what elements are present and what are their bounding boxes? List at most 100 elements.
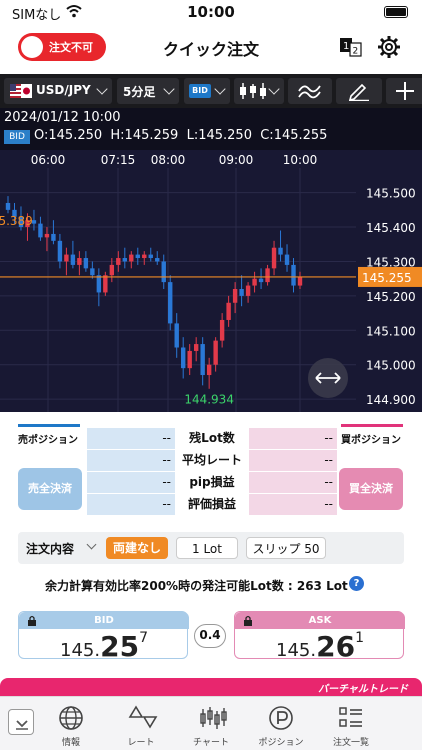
time-tick-label: 08:00 (151, 153, 186, 167)
position-metric-label: pip損益 (175, 472, 249, 493)
buy-position-accent (341, 424, 403, 427)
ask-label: ASK (308, 615, 332, 626)
hedge-mode-button[interactable]: 両建なし (106, 537, 168, 559)
time-tick-label: 10:00 (283, 153, 318, 167)
pencil-icon (348, 83, 369, 101)
crosshair-icon (396, 82, 414, 100)
candle-body (219, 319, 225, 341)
crosshair-button[interactable] (386, 78, 422, 104)
close-all-sell-button[interactable]: 売全決済 (18, 468, 82, 510)
ohlc-values: O:145.250 H:145.259 L:145.250 C:145.255 (34, 128, 328, 143)
price-tick-label: 144.900 (366, 393, 416, 407)
candle-body (64, 254, 69, 262)
ask-buy-button[interactable]: ASK 145.261 (234, 611, 405, 663)
position-table: -- 残Lot数 -- -- 平均レート -- -- pip損益 -- -- 評価損益 -- (87, 428, 337, 516)
slippage-input[interactable]: スリップ 50 (246, 537, 326, 559)
chart-type-select[interactable] (234, 78, 284, 104)
candle-body (265, 268, 270, 283)
position-metric-label: 残Lot数 (175, 428, 249, 449)
candlestick-chart[interactable]: 06:00 07:15 08:00 09:00 10:00 145.500 145.400 1… (0, 150, 422, 412)
position-metric-label: 平均レート (175, 450, 249, 471)
price-type-label: BID (189, 84, 211, 98)
candle-body (232, 289, 238, 303)
candle-body (271, 247, 277, 269)
price-type-select[interactable]: BID (184, 78, 230, 104)
gear-icon[interactable] (377, 35, 401, 59)
bid-price-fraction: 7 (139, 630, 148, 646)
chart-icon (200, 707, 227, 729)
bid-price-main: 145. (60, 640, 101, 661)
indicator-button[interactable] (288, 78, 332, 104)
time-tick-label: 07:15 (101, 153, 136, 167)
ask-price-pips: 26 (316, 630, 356, 663)
candle-body (239, 289, 244, 296)
candle-body (258, 278, 264, 283)
buy-value: -- (249, 450, 337, 471)
order-content-label[interactable]: 注文内容 (26, 540, 74, 557)
candlestick-icon (240, 83, 266, 99)
candle-body (77, 258, 82, 265)
nav-position[interactable]: ポジション (248, 697, 314, 751)
candle-body (181, 347, 186, 369)
position-metric-label: 評価損益 (175, 494, 249, 515)
price-chart[interactable]: 06:00 07:15 08:00 09:00 10:00 145.500 145.400 1… (0, 150, 422, 412)
spread-value: 0.4 (194, 624, 226, 648)
usd-jpy-flag-icon (10, 84, 32, 98)
sell-value: -- (87, 450, 175, 471)
timeframe-label: 5分足 (123, 85, 156, 99)
buy-value: -- (249, 472, 337, 493)
chevron-down-icon (86, 539, 97, 550)
current-price-label: 145.255 (362, 271, 412, 285)
time-tick-label: 06:00 (31, 153, 66, 167)
buy-position-label: 買ポジション (341, 435, 401, 446)
bid-label: BID (94, 615, 114, 626)
candle-body (90, 268, 95, 276)
virtual-trade-banner: バーチャルトレード (0, 678, 422, 696)
rate-arrows-icon (128, 705, 158, 729)
candle-body (148, 254, 153, 259)
list-icon (339, 707, 362, 727)
nav-info-label: 情報 (61, 738, 80, 748)
help-icon[interactable]: ? (349, 576, 364, 591)
chevron-down-icon (214, 83, 226, 95)
chevron-down-icon (163, 83, 175, 95)
nav-chart[interactable]: チャート (178, 697, 244, 751)
svg-text:1: 1 (343, 41, 349, 52)
collapse-button[interactable] (8, 709, 34, 735)
lot-size-icon[interactable]: 1 2 (339, 37, 363, 57)
chevron-down-icon (16, 720, 28, 730)
nav-rate[interactable]: レート (108, 697, 174, 751)
candle-body (44, 233, 50, 238)
candle-body (213, 340, 218, 365)
candle-body (109, 264, 115, 276)
close-all-buy-button[interactable]: 買全決済 (339, 468, 403, 510)
candle-body (70, 254, 76, 265)
candle-body (51, 233, 56, 241)
nav-order-list[interactable]: 注文一覧 (318, 697, 384, 751)
clock: 10:00 (187, 3, 235, 21)
timeframe-select[interactable]: 5分足 (117, 78, 179, 104)
battery-icon (384, 6, 408, 18)
lot-size-input[interactable]: 1 Lot (176, 537, 238, 559)
candle-body (142, 254, 147, 259)
candle-body (155, 258, 160, 262)
sell-position-accent (18, 424, 80, 427)
status-bar: SIMなし 10:00 (0, 0, 422, 24)
nav-info[interactable]: 情報 (38, 697, 104, 751)
ask-price-fraction: 1 (355, 630, 364, 646)
candle-body (83, 258, 89, 269)
candle-body (252, 278, 257, 286)
sell-position-label: 売ポジション (18, 435, 78, 446)
bid-sell-button[interactable]: BID 145.257 (18, 611, 189, 663)
position-row: -- 平均レート -- (87, 450, 337, 472)
svg-text:2: 2 (353, 47, 359, 57)
price-tick-label: 145.100 (366, 324, 416, 338)
globe-icon (59, 706, 83, 730)
symbol-select[interactable]: USD/JPY (4, 78, 112, 104)
chevron-down-icon (96, 83, 108, 95)
nav-rate-label: レート (127, 738, 155, 748)
candle-body (161, 261, 166, 283)
draw-tool-button[interactable] (336, 78, 382, 104)
lock-icon (244, 615, 252, 626)
candle-body (187, 350, 192, 369)
